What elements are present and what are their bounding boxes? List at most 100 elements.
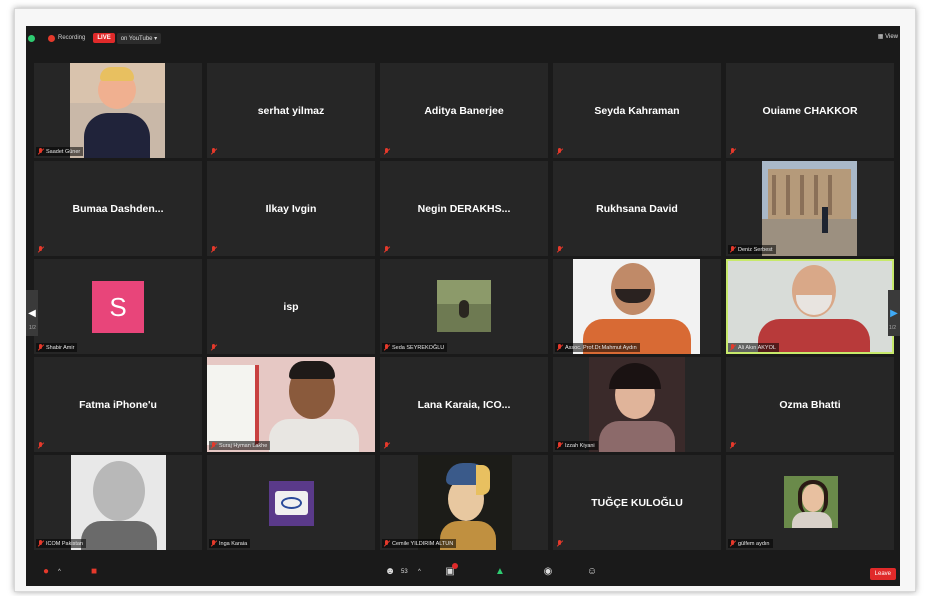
microphone-icon[interactable]: ● xyxy=(40,566,52,578)
live-badge: LIVE xyxy=(93,33,115,43)
participant-name-label: Ali Akın AKYOL xyxy=(728,343,779,352)
avatar: S xyxy=(92,281,144,333)
participant-tile[interactable]: Assoc. Prof.Dr.Mahmut Aydın xyxy=(553,259,721,354)
participant-tile[interactable]: ICOM Pakistan xyxy=(34,455,202,550)
participant-tile[interactable]: Ilkay Ivgin xyxy=(207,161,375,256)
participant-tile[interactable]: S Shabir Amir xyxy=(34,259,202,354)
participant-display-name: Negin DERAKHS... xyxy=(417,202,511,215)
record-icon[interactable]: ◉ xyxy=(542,566,554,578)
participant-tile[interactable]: Bumaa Dashden... xyxy=(34,161,202,256)
participant-video xyxy=(207,357,375,452)
muted-mic-icon xyxy=(556,344,563,351)
muted-mic-icon xyxy=(37,540,44,547)
participant-display-name: isp xyxy=(283,300,299,313)
muted-mic-icon xyxy=(556,246,563,253)
participant-tile[interactable]: gülfem aydın xyxy=(726,455,894,550)
muted-mic-icon xyxy=(210,540,217,547)
participant-video xyxy=(418,455,512,550)
mic-options-chevron-icon[interactable]: ^ xyxy=(58,569,61,575)
participant-tile[interactable]: Ouiame CHAKKOR xyxy=(726,63,894,158)
participant-tile-active-speaker[interactable]: Ali Akın AKYOL xyxy=(726,259,894,354)
muted-mic-icon xyxy=(383,344,390,351)
zoom-meeting-window: Recording LIVE on YouTube ▾ ▦ View Saade… xyxy=(26,26,900,586)
muted-mic-icon xyxy=(210,246,217,253)
participant-tile[interactable]: Cemile YILDIRIM ALTUN xyxy=(380,455,548,550)
participant-display-name: Fatma iPhone'u xyxy=(79,398,157,411)
reactions-icon[interactable]: ☺ xyxy=(586,566,598,578)
muted-mic-icon xyxy=(210,442,217,449)
participant-name-label: Izzah Kiyani xyxy=(555,441,598,450)
participant-display-name: Ozma Bhatti xyxy=(779,398,841,411)
muted-mic-icon xyxy=(729,540,736,547)
stream-dropdown[interactable]: on YouTube ▾ xyxy=(116,32,162,44)
muted-mic-icon xyxy=(556,442,563,449)
muted-mic-icon xyxy=(210,148,217,155)
view-button[interactable]: ▦ View xyxy=(878,33,898,40)
muted-mic-icon xyxy=(729,442,736,449)
participant-tile[interactable]: Fatma iPhone'u xyxy=(34,357,202,452)
participant-video xyxy=(784,476,838,528)
participants-count: 53 xyxy=(401,569,408,575)
muted-mic-icon xyxy=(556,540,563,547)
participant-tile[interactable]: Inga Karaia xyxy=(207,455,375,550)
leave-button[interactable]: Leave xyxy=(869,568,896,580)
participant-video xyxy=(71,455,166,550)
participant-name-label: Seda SEYREKOĞLU xyxy=(382,343,448,352)
muted-mic-icon xyxy=(383,442,390,449)
participant-tile[interactable]: Lana Karaia, ICO... xyxy=(380,357,548,452)
participant-display-name: Ilkay Ivgin xyxy=(265,202,317,215)
participants-icon[interactable]: ☻ xyxy=(384,566,396,578)
participant-video xyxy=(437,280,491,332)
participant-tile[interactable]: Suraj Hyman Lakhe xyxy=(207,357,375,452)
muted-mic-icon xyxy=(729,246,736,253)
muted-mic-icon xyxy=(210,344,217,351)
participant-display-name: Seyda Kahraman xyxy=(594,104,680,117)
security-shield-icon[interactable] xyxy=(28,34,35,42)
muted-mic-icon xyxy=(556,148,563,155)
participant-video xyxy=(573,259,700,354)
participant-tile[interactable]: serhat yilmaz xyxy=(207,63,375,158)
participant-tile[interactable]: Deniz Serbest xyxy=(726,161,894,256)
muted-mic-icon xyxy=(729,148,736,155)
bottom-toolbar: ● ^ ■ ☻ 53 ^ ▣ ▲ ◉ ☺ Leave xyxy=(26,560,900,586)
participant-tile[interactable]: Ozma Bhatti xyxy=(726,357,894,452)
muted-mic-icon xyxy=(383,540,390,547)
top-bar: Recording LIVE on YouTube ▾ ▦ View xyxy=(26,26,900,50)
participant-video xyxy=(762,161,857,256)
participant-tile[interactable]: isp xyxy=(207,259,375,354)
participant-name-label: Shabir Amir xyxy=(36,343,78,352)
participant-tile[interactable]: Saadet Güner xyxy=(34,63,202,158)
participant-name-label: Suraj Hyman Lakhe xyxy=(209,441,271,450)
participant-tile[interactable]: Seda SEYREKOĞLU xyxy=(380,259,548,354)
muted-mic-icon xyxy=(37,148,44,155)
share-screen-icon[interactable]: ▲ xyxy=(494,566,506,578)
participant-display-name: serhat yilmaz xyxy=(257,104,325,117)
participant-name-label: Cemile YILDIRIM ALTUN xyxy=(382,539,457,548)
participant-tile[interactable]: TUĞÇE KULOĞLU xyxy=(553,455,721,550)
video-off-icon[interactable]: ■ xyxy=(88,566,100,578)
participant-display-name: Rukhsana David xyxy=(596,202,678,215)
participant-name-label: Inga Karaia xyxy=(209,539,251,548)
recording-icon xyxy=(48,34,55,42)
participant-tile[interactable]: Seyda Kahraman xyxy=(553,63,721,158)
muted-mic-icon xyxy=(37,442,44,449)
muted-mic-icon xyxy=(37,344,44,351)
participant-display-name: TUĞÇE KULOĞLU xyxy=(591,496,683,509)
participants-chevron-icon[interactable]: ^ xyxy=(418,569,421,575)
left-page-indicator: 1/2 xyxy=(29,325,36,331)
participant-tile[interactable]: Aditya Banerjee xyxy=(380,63,548,158)
participant-display-name: Aditya Banerjee xyxy=(424,104,504,117)
participant-video xyxy=(728,261,892,352)
participant-tile[interactable]: Negin DERAKHS... xyxy=(380,161,548,256)
chat-notification-badge xyxy=(452,563,458,569)
participant-display-name: Lana Karaia, ICO... xyxy=(417,398,511,411)
muted-mic-icon xyxy=(383,148,390,155)
participant-display-name: Ouiame CHAKKOR xyxy=(762,104,858,117)
participant-tile[interactable]: Rukhsana David xyxy=(553,161,721,256)
participant-name-label: Saadet Güner xyxy=(36,147,84,156)
participant-logo xyxy=(269,481,314,526)
right-page-indicator: 1/2 xyxy=(889,325,896,331)
muted-mic-icon xyxy=(383,246,390,253)
participant-name-label: Deniz Serbest xyxy=(728,245,776,254)
participant-tile[interactable]: Izzah Kiyani xyxy=(553,357,721,452)
